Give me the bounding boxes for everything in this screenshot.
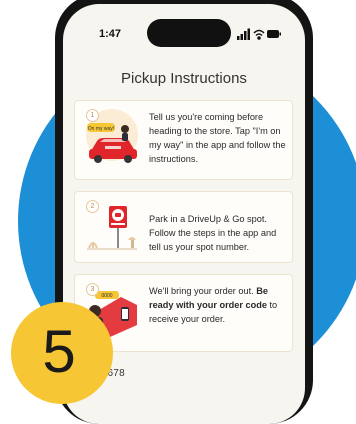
step-text: We'll bring your order out. Be ready wit… [149,286,278,324]
step-number: 2 [86,200,99,213]
step-text: Park in a DriveUp & Go spot. Follow the … [149,214,277,252]
step-badge-number: 5 [42,318,76,385]
on-my-way-label: On my way! [88,126,114,132]
step-card-2: 2 Park in a DriveUp & Go spot. Follow th… [74,191,293,263]
step-number: 3 [86,283,99,296]
status-icons [237,28,281,40]
status-time: 1:47 [99,28,122,40]
dynamic-island [147,19,231,47]
status-bar: 1:47 [63,4,305,62]
step-number: 1 [86,109,99,122]
wifi-icon [253,29,265,40]
step-card-1: On my way! 1 Tell us you're coming befor… [74,100,293,180]
order-code-label: 0000 [101,293,112,299]
battery-icon [267,30,281,38]
page-title: Pickup Instructions [121,70,247,87]
step-text: Tell us you're coming before heading to … [149,112,286,164]
signal-icon [237,28,250,40]
